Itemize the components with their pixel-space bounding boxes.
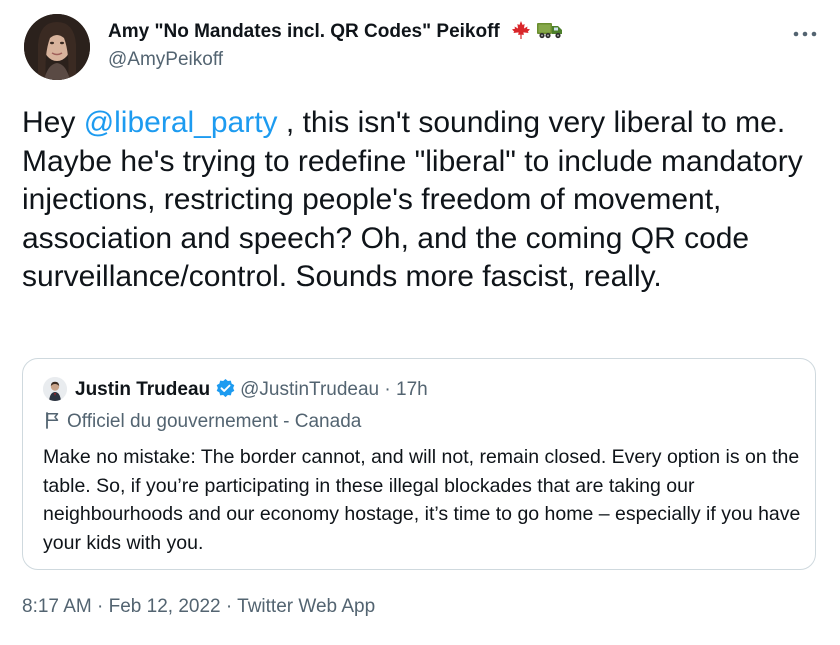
tweet-text-part1: Hey (22, 106, 84, 139)
quoted-tweet-card[interactable]: Justin Trudeau @JustinTrudeau · 17h Offic… (22, 358, 816, 570)
quoted-author-name[interactable]: Justin Trudeau (75, 379, 210, 400)
meta-separator: · (220, 596, 238, 617)
government-label-text: Officiel du gouvernement - Canada (67, 411, 362, 432)
tweet-source[interactable]: Twitter Web App (237, 596, 375, 617)
verified-badge-icon (215, 378, 236, 405)
quoted-header: Justin Trudeau @JustinTrudeau · 17h (75, 378, 428, 405)
meta-separator: · (91, 596, 109, 617)
quoted-separator: · (379, 379, 397, 400)
tweet-text: Hey @liberal_party , this isn't sounding… (22, 104, 822, 297)
tweet-time[interactable]: 8:17 AM (22, 596, 92, 617)
tweet-meta: 8:17 AM · Feb 12, 2022 · Twitter Web App (22, 596, 375, 618)
flag-icon (45, 412, 59, 435)
maple-leaf-icon (512, 21, 531, 39)
author-name-text[interactable]: Amy "No Mandates incl. QR Codes" Peikoff (108, 21, 500, 42)
government-label: Officiel du gouvernement - Canada (45, 411, 361, 435)
author-avatar[interactable] (24, 14, 90, 80)
tweet-date[interactable]: Feb 12, 2022 (109, 596, 221, 617)
quoted-timestamp[interactable]: 17h (396, 379, 428, 400)
quoted-author-handle[interactable]: @JustinTrudeau (240, 379, 379, 400)
author-handle[interactable]: @AmyPeikoff (108, 49, 223, 71)
author-emoji-group (511, 20, 564, 46)
quoted-tweet-text: Make no mistake: The border cannot, and … (43, 446, 801, 554)
more-options-icon[interactable] (792, 18, 818, 44)
truck-icon (537, 23, 563, 39)
author-name[interactable]: Amy "No Mandates incl. QR Codes" Peikoff (108, 20, 564, 46)
quoted-author-avatar[interactable] (43, 377, 67, 401)
mention-link[interactable]: @liberal_party (84, 106, 278, 139)
